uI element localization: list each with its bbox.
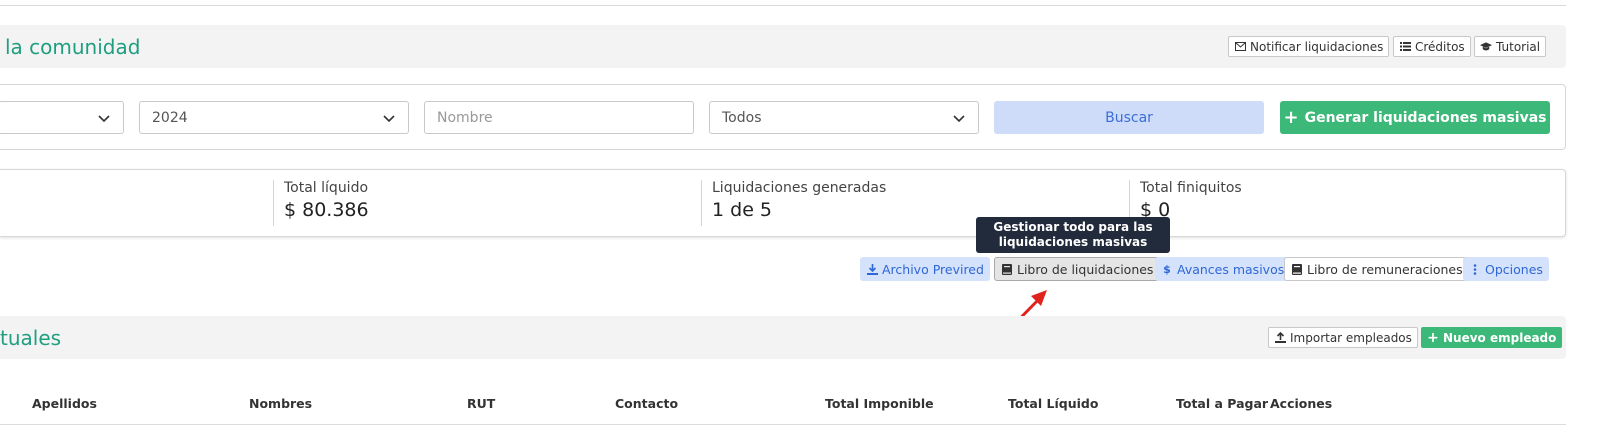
stat-total-net: Total líquido $ 80.386 bbox=[273, 180, 369, 226]
stat-settlements-generated: Liquidaciones generadas 1 de 5 bbox=[701, 180, 886, 226]
payroll-book-label: Libro de remuneraciones bbox=[1307, 261, 1463, 277]
stat-label: Liquidaciones generadas bbox=[712, 180, 887, 196]
employees-section-header: tuales Importar empleados + Nuevo emplea… bbox=[0, 316, 1566, 359]
download-icon bbox=[866, 263, 878, 275]
list-icon bbox=[1399, 41, 1411, 53]
year-select[interactable]: 2024 bbox=[139, 101, 409, 134]
plus-icon: + bbox=[1427, 329, 1439, 346]
book-icon bbox=[1001, 263, 1013, 275]
name-input[interactable]: Nombre bbox=[424, 101, 694, 134]
stat-label: Total finiquitos bbox=[1140, 180, 1242, 196]
credits-button[interactable]: Créditos bbox=[1393, 36, 1471, 57]
chevron-down-icon bbox=[98, 115, 110, 123]
import-employees-label: Importar empleados bbox=[1290, 330, 1412, 345]
column-header-rut: RUT bbox=[467, 396, 496, 411]
notify-settlements-label: Notificar liquidaciones bbox=[1250, 39, 1384, 54]
stat-label: Total líquido bbox=[284, 180, 369, 196]
generate-bulk-settlements-button[interactable]: + Generar liquidaciones masivas bbox=[1280, 101, 1550, 134]
options-label: Opciones bbox=[1485, 261, 1543, 277]
dollar-icon: $ bbox=[1163, 262, 1171, 276]
tutorial-label: Tutorial bbox=[1496, 39, 1541, 54]
book-icon bbox=[1291, 263, 1303, 275]
community-section-header: la comunidad Notificar liquidaciones Cré… bbox=[0, 25, 1566, 68]
name-input-placeholder: Nombre bbox=[437, 109, 493, 126]
import-employees-button[interactable]: Importar empleados bbox=[1268, 327, 1418, 348]
column-header-actions: Acciones bbox=[1270, 396, 1333, 411]
section-title: tuales bbox=[0, 326, 62, 350]
tooltip: Gestionar todo para las liquidaciones ma… bbox=[976, 217, 1170, 253]
status-select[interactable]: Todos bbox=[709, 101, 979, 134]
column-header-last-names: Apellidos bbox=[32, 396, 97, 411]
new-employee-button[interactable]: + Nuevo empleado bbox=[1421, 327, 1563, 348]
column-header-taxable-total: Total Imponible bbox=[825, 396, 934, 411]
search-button[interactable]: Buscar bbox=[994, 101, 1264, 134]
chevron-down-icon bbox=[383, 115, 395, 123]
top-divider bbox=[0, 5, 1566, 6]
notify-settlements-button[interactable]: Notificar liquidaciones bbox=[1228, 36, 1390, 57]
vertical-dots-icon bbox=[1469, 263, 1481, 275]
section-title: la comunidad bbox=[5, 35, 141, 59]
previred-file-label: Archivo Previred bbox=[882, 261, 984, 277]
previred-file-button[interactable]: Archivo Previred bbox=[860, 257, 990, 281]
payroll-book-button[interactable]: Libro de remuneraciones bbox=[1284, 257, 1470, 281]
graduation-cap-icon bbox=[1480, 41, 1492, 53]
chevron-down-icon bbox=[953, 115, 965, 123]
filter-panel: 2024 Nombre Todos Buscar + Generar liqui… bbox=[0, 84, 1566, 150]
settlements-book-label: Libro de liquidaciones bbox=[1017, 261, 1154, 277]
stat-value: 1 de 5 bbox=[712, 199, 773, 221]
column-header-total-to-pay: Total a Pagar bbox=[1176, 396, 1269, 411]
upload-icon bbox=[1274, 332, 1286, 344]
column-header-first-names: Nombres bbox=[249, 396, 313, 411]
month-select[interactable] bbox=[0, 101, 124, 134]
stats-panel: Total líquido $ 80.386 Liquidaciones gen… bbox=[0, 169, 1566, 237]
column-header-contact: Contacto bbox=[615, 396, 679, 411]
tutorial-button[interactable]: Tutorial bbox=[1474, 36, 1547, 57]
plus-icon: + bbox=[1283, 106, 1299, 128]
search-button-label: Buscar bbox=[1105, 109, 1153, 126]
bulk-advances-button[interactable]: $ Avances masivos bbox=[1155, 257, 1291, 281]
credits-label: Créditos bbox=[1415, 39, 1465, 54]
table-header-divider bbox=[0, 424, 1566, 425]
stat-value: $ 80.386 bbox=[284, 199, 369, 221]
settlements-book-button[interactable]: Libro de liquidaciones bbox=[994, 257, 1161, 281]
envelope-icon bbox=[1234, 41, 1246, 53]
bulk-advances-label: Avances masivos bbox=[1177, 261, 1285, 277]
year-select-value: 2024 bbox=[152, 109, 188, 126]
column-header-net-total: Total Líquido bbox=[1008, 396, 1099, 411]
new-employee-label: Nuevo empleado bbox=[1443, 330, 1557, 345]
options-button[interactable]: Opciones bbox=[1463, 257, 1549, 281]
status-select-value: Todos bbox=[722, 109, 762, 126]
generate-bulk-settlements-label: Generar liquidaciones masivas bbox=[1304, 109, 1547, 126]
